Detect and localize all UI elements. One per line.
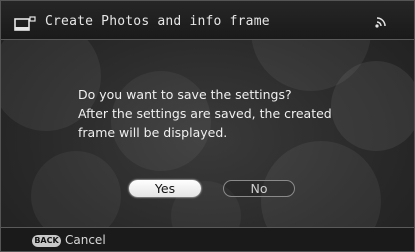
yes-button[interactable]: Yes: [129, 180, 201, 197]
no-button[interactable]: No: [223, 180, 295, 197]
frame-icon: [14, 16, 36, 32]
message-line: Do you want to save the settings?: [78, 87, 292, 102]
title-bar: Create Photos and info frame: [1, 1, 414, 40]
message-line: frame will be displayed.: [78, 125, 228, 140]
page-title: Create Photos and info frame: [45, 14, 270, 29]
screen: Create Photos and info frame Do you want…: [0, 0, 415, 252]
wireless-signal-icon: [373, 14, 389, 30]
bottom-bar: BACK Cancel: [1, 227, 414, 251]
back-key-icon[interactable]: BACK: [32, 235, 61, 247]
dialog-message: Do you want to save the settings? After …: [78, 85, 378, 142]
message-line: After the settings are saved, the create…: [78, 106, 332, 121]
cancel-label[interactable]: Cancel: [65, 233, 106, 247]
